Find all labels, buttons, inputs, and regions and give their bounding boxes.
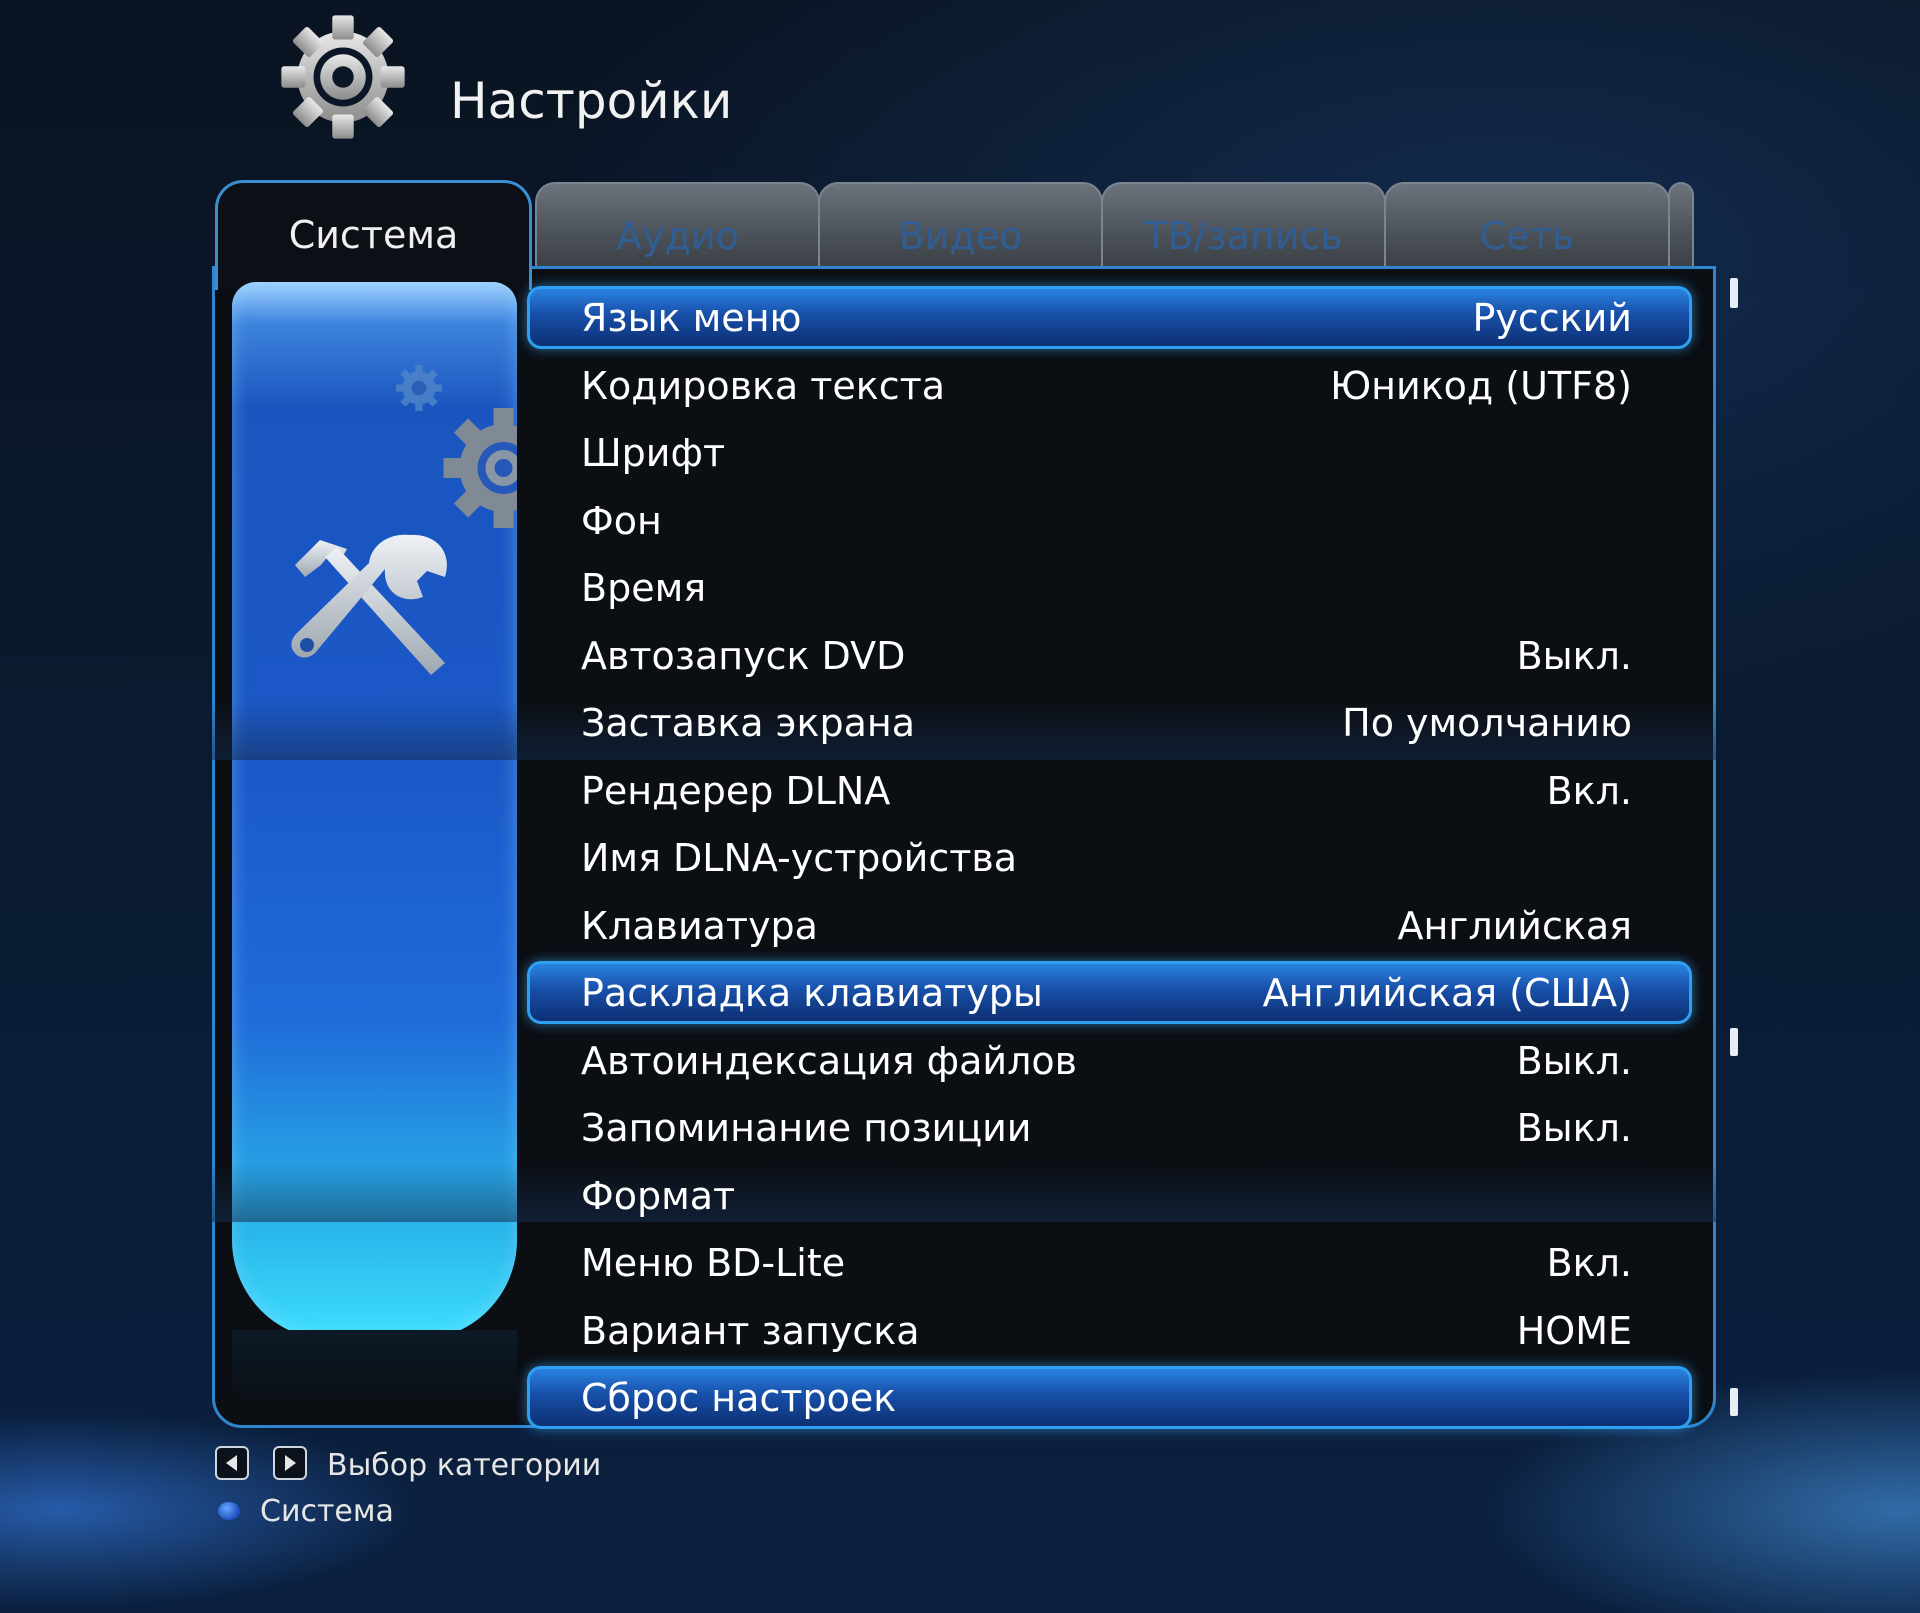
- blue-button-icon: [218, 1502, 240, 1520]
- tab-label: Сеть: [1479, 214, 1575, 258]
- settings-list: Язык меню Русский Кодировка текста Юнико…: [527, 284, 1692, 1432]
- tab-system[interactable]: Система: [215, 180, 532, 290]
- setting-row-bd-lite-menu[interactable]: Меню BD-Lite Вкл.: [527, 1229, 1692, 1297]
- left-arrow-key-icon: [215, 1446, 249, 1480]
- setting-label: Фон: [581, 498, 662, 543]
- tab-video[interactable]: Видео: [818, 182, 1103, 266]
- tab-network[interactable]: Сеть: [1384, 182, 1670, 266]
- setting-label: Шрифт: [581, 431, 726, 475]
- setting-value: Английская (США): [1262, 971, 1632, 1015]
- setting-row-time[interactable]: Время: [527, 554, 1692, 622]
- setting-row-reset-settings[interactable]: Сброс настроек: [527, 1364, 1692, 1432]
- setting-row-dlna-renderer[interactable]: Рендерер DLNA Вкл.: [527, 757, 1692, 825]
- setting-label: Рендерер DLNA: [581, 768, 891, 813]
- setting-row-menu-language[interactable]: Язык меню Русский: [527, 284, 1692, 352]
- tab-audio[interactable]: Аудио: [535, 182, 820, 266]
- setting-value: Выкл.: [1516, 633, 1632, 678]
- setting-row-keyboard[interactable]: Клавиатура Английская: [527, 892, 1692, 960]
- tab-label: Видео: [898, 214, 1023, 258]
- setting-label: Запоминание позиции: [581, 1106, 1032, 1150]
- right-arrow-key-icon: [273, 1446, 307, 1480]
- setting-value: Вкл.: [1546, 768, 1632, 813]
- setting-value: Английская: [1397, 903, 1632, 948]
- setting-value: Вкл.: [1546, 1241, 1632, 1285]
- setting-label: Автозапуск DVD: [581, 633, 906, 678]
- setting-row-dvd-autoplay[interactable]: Автозапуск DVD Выкл.: [527, 622, 1692, 690]
- setting-label: Формат: [581, 1173, 736, 1218]
- setting-label: Заставка экрана: [581, 701, 916, 745]
- scroll-thumb[interactable]: [1730, 1028, 1738, 1056]
- setting-row-format[interactable]: Формат: [527, 1162, 1692, 1230]
- setting-row-resume-position[interactable]: Запоминание позиции Выкл.: [527, 1094, 1692, 1162]
- setting-value: По умолчанию: [1342, 701, 1632, 745]
- tab-label: Аудио: [616, 214, 739, 258]
- hint-text: Выбор категории: [327, 1448, 602, 1483]
- scroll-bottom-marker: [1730, 1388, 1738, 1416]
- tools-icon: [291, 534, 447, 675]
- setting-label: Клавиатура: [581, 903, 818, 948]
- scroll-top-marker: [1730, 278, 1738, 308]
- setting-value: Выкл.: [1516, 1038, 1632, 1083]
- setting-label: Раскладка клавиатуры: [581, 971, 1043, 1015]
- setting-label: Сброс настроек: [581, 1376, 897, 1420]
- setting-row-keyboard-layout[interactable]: Раскладка клавиатуры Английская (США): [527, 959, 1692, 1027]
- setting-label: Время: [581, 566, 707, 610]
- setting-value: HOME: [1516, 1308, 1632, 1353]
- setting-row-font[interactable]: Шрифт: [527, 419, 1692, 487]
- setting-label: Меню BD-Lite: [581, 1241, 846, 1285]
- setting-value: Русский: [1472, 296, 1632, 340]
- gear-icon: [281, 15, 405, 139]
- tab-tv-recording[interactable]: ТВ/запись: [1101, 182, 1386, 266]
- illustration-base: [232, 1330, 517, 1402]
- setting-row-dlna-device-name[interactable]: Имя DLNA-устройства: [527, 824, 1692, 892]
- tab-label: Система: [288, 213, 459, 257]
- setting-label: Язык меню: [581, 296, 802, 340]
- setting-row-background[interactable]: Фон: [527, 487, 1692, 555]
- status-text: Система: [260, 1494, 394, 1529]
- setting-label: Вариант запуска: [581, 1308, 920, 1353]
- tab-more-edge: [1668, 182, 1694, 266]
- scrollbar[interactable]: [1730, 278, 1738, 1418]
- setting-label: Имя DLNA-устройства: [581, 836, 1018, 880]
- setting-label: Автоиндексация файлов: [581, 1038, 1078, 1083]
- page-title: Настройки: [450, 72, 733, 130]
- setting-row-startup-mode[interactable]: Вариант запуска HOME: [527, 1297, 1692, 1365]
- setting-row-screensaver[interactable]: Заставка экрана По умолчанию: [527, 689, 1692, 757]
- setting-label: Кодировка текста: [581, 363, 946, 408]
- tab-label: ТВ/запись: [1144, 214, 1343, 258]
- gear-icon: [443, 408, 517, 528]
- setting-value: Выкл.: [1516, 1106, 1632, 1150]
- small-gear-icon: [396, 365, 442, 411]
- setting-row-file-autoindex[interactable]: Автоиндексация файлов Выкл.: [527, 1027, 1692, 1095]
- setting-row-text-encoding[interactable]: Кодировка текста Юникод (UTF8): [527, 352, 1692, 420]
- setting-value: Юникод (UTF8): [1330, 363, 1632, 408]
